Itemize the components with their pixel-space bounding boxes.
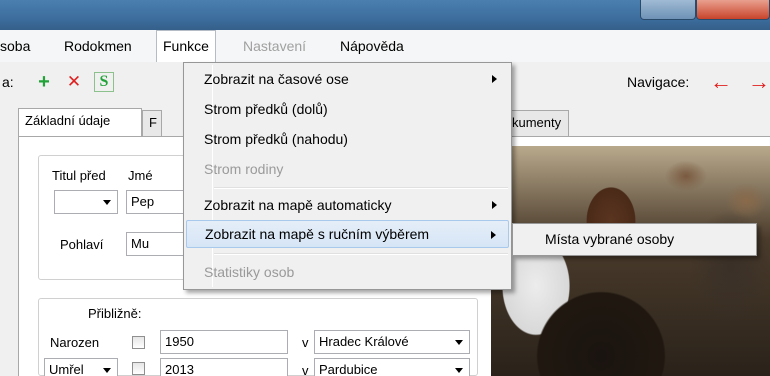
menu-item-statistiky-osob: Statistiky osob [204,264,295,280]
umrel-label: Umřel [49,362,84,376]
navigation-label: Navigace: [627,74,690,90]
chevron-right-icon [491,231,496,239]
menubar: soba Rodokmen Funkce Nastavení Nápověda [0,30,770,63]
menu-item-strom-predku-dolu[interactable]: Strom předků (dolů) [186,95,509,123]
funkce-dropdown-menu: Zobrazit na časové ose Strom předků (dol… [183,62,512,290]
person-photo[interactable] [491,146,770,376]
mapa-submenu: Místa vybrané osoby [512,223,757,256]
umrel-approx-checkbox[interactable] [132,362,145,375]
maximize-button[interactable] [640,0,696,20]
toolbar-label: a: [2,74,14,90]
menu-separator [214,253,508,255]
umrel-year-input[interactable]: 2013 [160,358,288,376]
nav-forward-icon[interactable]: → [748,71,770,93]
tab-partial[interactable]: F [142,110,162,136]
menu-item-label: Zobrazit na časové ose [204,71,349,87]
chevron-down-icon [103,368,111,373]
menu-item-label: Zobrazit na mapě s ručním výběrem [205,226,430,242]
umrel-select[interactable]: Umřel [44,358,118,376]
jmeno-label: Jmé [128,168,153,183]
narozen-place-select[interactable]: Hradec Králové [314,330,470,354]
menu-item-strom-predku-nahoru[interactable]: Strom předků (nahodu) [186,125,509,153]
nav-back-icon[interactable]: ← [710,71,732,93]
titul-pred-label: Titul před [52,168,106,183]
menu-item-mapa-automaticky[interactable]: Zobrazit na mapě automaticky [186,191,509,219]
pohlavi-label: Pohlaví [60,237,104,252]
menu-separator [214,187,508,189]
menu-item-casova-osa[interactable]: Zobrazit na časové ose [186,65,509,93]
delete-icon[interactable]: ✕ [64,72,84,92]
chevron-right-icon [492,75,497,83]
menu-item-strom-rodiny: Strom rodiny [204,161,284,177]
narozen-place-value: Hradec Králové [319,334,409,349]
save-icon[interactable]: S [94,72,114,92]
menu-napoveda[interactable]: Nápověda [334,30,410,62]
submenu-item-mista-vybrane-osoby[interactable]: Místa vybrané osoby [515,226,754,253]
umrel-v-label: v [302,363,309,376]
tab-zakladni-udaje[interactable]: Základní údaje [18,108,142,137]
umrel-place-value: Pardubice [319,362,378,376]
add-icon[interactable]: + [34,72,54,92]
narozen-label: Narozen [50,335,100,350]
chevron-right-icon [492,201,497,209]
menu-item-label: Zobrazit na mapě automaticky [204,197,392,213]
umrel-place-select[interactable]: Pardubice [314,358,470,376]
tab-dokumenty[interactable]: kumenty [505,110,569,136]
narozen-v-label: v [302,335,309,350]
menu-rodokmen[interactable]: Rodokmen [58,30,138,62]
narozen-approx-checkbox[interactable] [132,336,145,349]
priblizne-label: Přibližně: [88,306,142,321]
menu-osoba[interactable]: soba [0,30,36,62]
titul-pred-select[interactable] [54,190,118,214]
chevron-down-icon [103,200,111,205]
window-titlebar [0,0,770,30]
chevron-down-icon [455,340,463,345]
menu-nastaveni[interactable]: Nastavení [237,30,312,62]
narozen-year-input[interactable]: 1950 [160,330,288,354]
close-window-button[interactable] [696,0,770,20]
chevron-down-icon [455,368,463,373]
menu-item-mapa-rucni-vyber[interactable]: Zobrazit na mapě s ručním výběrem [186,220,509,248]
menu-funkce[interactable]: Funkce [156,30,216,63]
